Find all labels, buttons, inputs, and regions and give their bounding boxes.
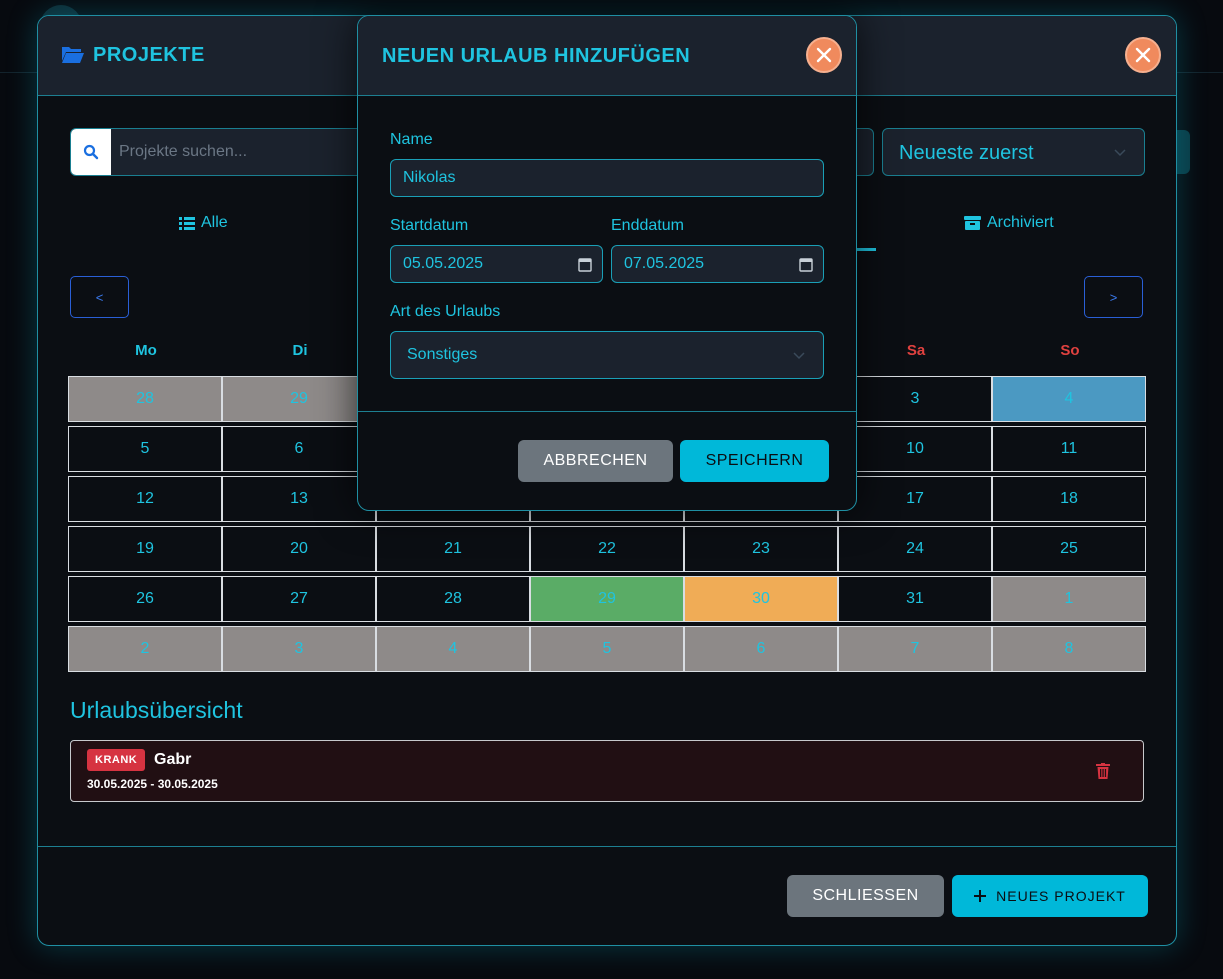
name-value: Nikolas xyxy=(403,169,456,186)
search-icon xyxy=(71,129,111,175)
trash-icon[interactable] xyxy=(1096,763,1110,779)
calendar-day[interactable]: 2 xyxy=(68,626,222,672)
calendar-day[interactable]: 5 xyxy=(530,626,684,672)
calendar-day[interactable]: 10 xyxy=(838,426,992,472)
next-month-button[interactable]: > xyxy=(1084,276,1143,318)
archive-icon xyxy=(964,216,981,230)
weekday-header: Mo xyxy=(135,342,157,359)
calendar-day[interactable]: 28 xyxy=(376,576,530,622)
calendar-icon[interactable] xyxy=(799,257,813,272)
list-icon xyxy=(179,216,195,230)
close-icon xyxy=(1135,47,1151,63)
tab-archiviert-label: Archiviert xyxy=(987,214,1054,231)
calendar-day[interactable]: 28 xyxy=(68,376,222,422)
calendar-day[interactable]: 24 xyxy=(838,526,992,572)
vacation-type-select[interactable]: Sonstiges xyxy=(390,331,824,379)
calendar-day[interactable]: 25 xyxy=(992,526,1146,572)
calendar-day[interactable]: 21 xyxy=(376,526,530,572)
vacation-footer-divider xyxy=(358,411,856,412)
prev-month-button[interactable]: < xyxy=(70,276,129,318)
weekday-header: Di xyxy=(292,342,308,359)
new-project-button[interactable]: NEUES PROJEKT xyxy=(952,875,1148,917)
plus-icon xyxy=(974,890,987,902)
calendar-day[interactable]: 4 xyxy=(376,626,530,672)
add-vacation-modal: NEUEN URLAUB HINZUFÜGEN Name Nikolas Sta… xyxy=(357,15,857,511)
vacation-modal-header: NEUEN URLAUB HINZUFÜGEN xyxy=(358,16,856,96)
vacation-type-label: Art des Urlaubs xyxy=(390,303,501,320)
tab-archiviert[interactable]: Archiviert xyxy=(964,214,1054,232)
end-date-value: 07.05.2025 xyxy=(624,255,705,272)
close-button[interactable]: SCHLIESSEN xyxy=(787,875,944,917)
calendar-day[interactable]: 3 xyxy=(838,376,992,422)
footer-divider xyxy=(38,846,1176,847)
calendar-day[interactable]: 3 xyxy=(222,626,376,672)
calendar-day[interactable]: 23 xyxy=(684,526,838,572)
calendar-day[interactable]: 20 xyxy=(222,526,376,572)
vacation-modal-title: NEUEN URLAUB HINZUFÜGEN xyxy=(382,45,691,67)
name-field[interactable]: Nikolas xyxy=(390,159,824,197)
folder-open-icon xyxy=(62,47,84,63)
calendar-day[interactable]: 11 xyxy=(992,426,1146,472)
calendar-day[interactable]: 29 xyxy=(222,376,376,422)
calendar-day[interactable]: 7 xyxy=(838,626,992,672)
calendar-day[interactable]: 17 xyxy=(838,476,992,522)
calendar-day[interactable]: 8 xyxy=(992,626,1146,672)
calendar-icon[interactable] xyxy=(578,257,592,272)
weekday-header: Sa xyxy=(906,342,926,359)
chevron-down-icon xyxy=(1114,149,1126,157)
end-date-label: Enddatum xyxy=(611,217,684,234)
calendar-day[interactable]: 18 xyxy=(992,476,1146,522)
search-input[interactable]: Projekte suchen... xyxy=(119,143,247,161)
projects-modal-title: PROJEKTE xyxy=(93,44,205,66)
calendar-day[interactable]: 30 xyxy=(684,576,838,622)
calendar-day[interactable]: 4 xyxy=(992,376,1146,422)
tab-alle[interactable]: Alle xyxy=(179,214,228,232)
start-date-field[interactable]: 05.05.2025 xyxy=(390,245,603,283)
save-button[interactable]: SPEICHERN xyxy=(680,440,829,482)
vacation-close-button[interactable] xyxy=(806,37,842,73)
calendar-day[interactable]: 27 xyxy=(222,576,376,622)
new-project-label: NEUES PROJEKT xyxy=(996,888,1126,904)
entry-dates: 30.05.2025 - 30.05.2025 xyxy=(87,777,218,791)
calendar-day[interactable]: 5 xyxy=(68,426,222,472)
vacation-entry: KRANK Gabr 30.05.2025 - 30.05.2025 xyxy=(70,740,1144,802)
calendar-day[interactable]: 22 xyxy=(530,526,684,572)
name-label: Name xyxy=(390,131,433,148)
calendar-day[interactable]: 19 xyxy=(68,526,222,572)
start-date-value: 05.05.2025 xyxy=(403,255,484,272)
entry-name: Gabr xyxy=(154,751,192,768)
tab-alle-label: Alle xyxy=(201,214,228,231)
calendar-day[interactable]: 29 xyxy=(530,576,684,622)
sort-select[interactable]: Neueste zuerst xyxy=(882,128,1145,176)
calendar-day[interactable]: 1 xyxy=(992,576,1146,622)
sort-selected-value: Neueste zuerst xyxy=(899,142,1034,164)
vacation-type-value: Sonstiges xyxy=(407,346,478,363)
end-date-field[interactable]: 07.05.2025 xyxy=(611,245,824,283)
cancel-button[interactable]: ABBRECHEN xyxy=(518,440,673,482)
active-tab-indicator xyxy=(856,248,876,251)
calendar-day[interactable]: 13 xyxy=(222,476,376,522)
calendar-day[interactable]: 31 xyxy=(838,576,992,622)
close-icon xyxy=(816,47,832,63)
weekday-header: So xyxy=(1060,342,1080,359)
calendar-day[interactable]: 6 xyxy=(684,626,838,672)
chevron-down-icon xyxy=(793,352,805,360)
calendar-day[interactable]: 12 xyxy=(68,476,222,522)
projects-close-button[interactable] xyxy=(1125,37,1161,73)
calendar-day[interactable]: 26 xyxy=(68,576,222,622)
calendar-day[interactable]: 6 xyxy=(222,426,376,472)
start-date-label: Startdatum xyxy=(390,217,469,234)
status-badge: KRANK xyxy=(87,749,146,771)
overview-title: Urlaubsübersicht xyxy=(70,697,243,723)
